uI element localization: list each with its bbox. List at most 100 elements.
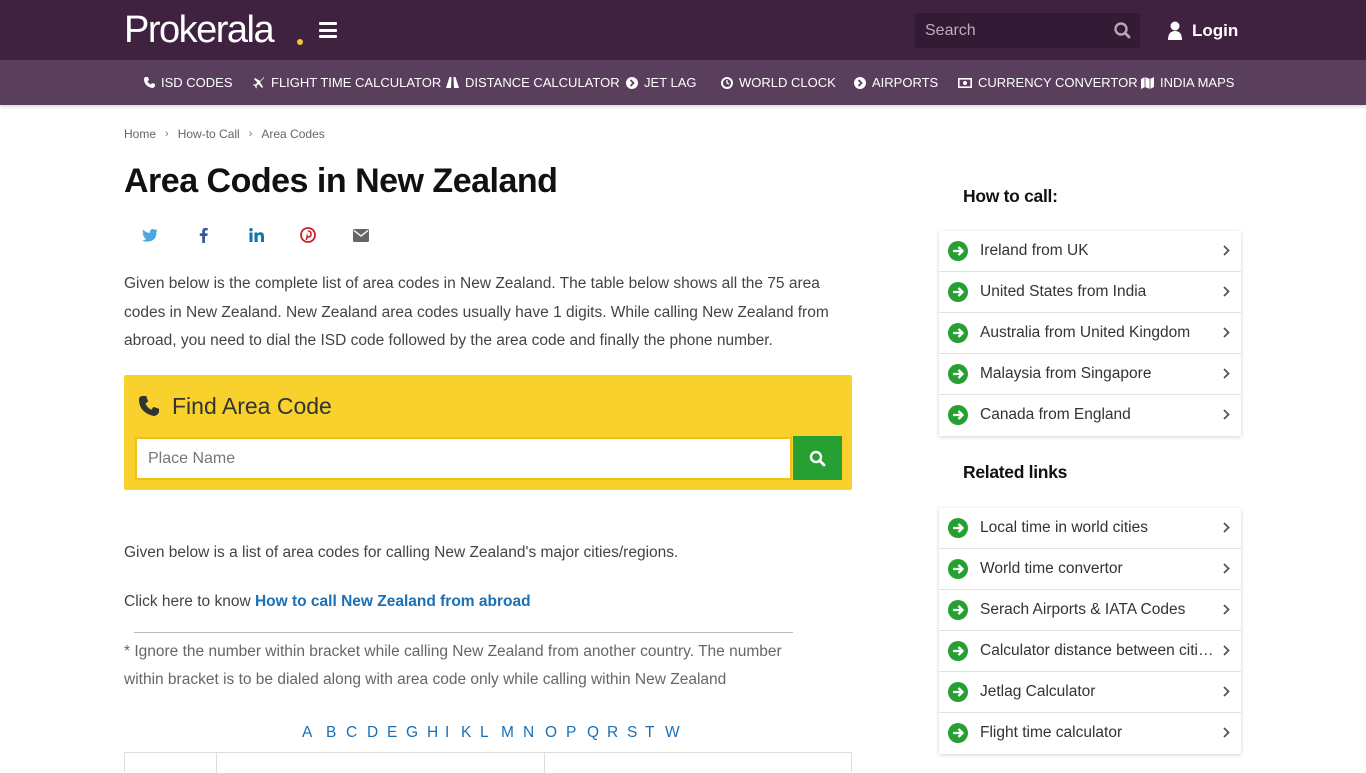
chevron-right-icon: › (248, 128, 253, 140)
login-label: Login (1192, 21, 1239, 40)
sidebar-item[interactable]: United States from India (939, 272, 1241, 313)
letter-link[interactable]: D (367, 724, 387, 742)
sidebar-item[interactable]: Flight time calculator (939, 713, 1241, 754)
breadcrumb-area-codes[interactable]: Area Codes (261, 127, 324, 141)
find-area-code-title: Find Area Code (172, 393, 332, 419)
arrow-circle-icon (948, 559, 968, 579)
nav-item-isd-codes[interactable]: ISD CODES (144, 60, 233, 105)
map-icon (1141, 76, 1154, 89)
sidebar-item-label: Malaysia from Singapore (980, 365, 1152, 382)
arrow-circle-icon (626, 76, 638, 89)
letter-link[interactable]: R (607, 724, 627, 742)
letter-link[interactable]: S (627, 724, 645, 742)
arrow-circle-icon (948, 323, 968, 343)
chevron-right-icon (1223, 645, 1230, 656)
sidebar-item-label: World time convertor (980, 560, 1123, 577)
letter-link[interactable]: H (427, 724, 445, 742)
sidebar-item[interactable]: Ireland from UK (939, 231, 1241, 272)
sidebar-item[interactable]: Calculator distance between cities in th… (939, 631, 1241, 672)
logo[interactable]: Prokerala (124, 10, 275, 50)
pinterest-icon[interactable] (297, 224, 319, 246)
plane-icon (253, 76, 264, 88)
sidebar-item[interactable]: Australia from United Kingdom (939, 313, 1241, 354)
area-codes-table (124, 752, 852, 773)
nav-label: FLIGHT TIME CALCULATOR (271, 75, 442, 90)
letter-link[interactable]: O (545, 724, 566, 742)
chevron-right-icon (1223, 727, 1230, 738)
chevron-right-icon (1223, 409, 1230, 420)
sidebar-item-label: Calculator distance between cities in th… (980, 642, 1216, 659)
menu-icon[interactable] (319, 22, 337, 38)
facebook-icon[interactable] (192, 224, 214, 246)
place-name-input[interactable] (135, 437, 792, 480)
twitter-icon[interactable] (139, 224, 161, 246)
how-to-call-list: Ireland from UK United States from India… (939, 231, 1241, 436)
arrow-circle-icon (854, 76, 866, 89)
letter-link[interactable]: K (461, 724, 480, 742)
arrow-circle-icon (948, 364, 968, 384)
chevron-right-icon: › (165, 128, 169, 140)
letter-link[interactable]: N (523, 724, 545, 742)
nav-item-distance-calculator[interactable]: DISTANCE CALCULATOR (446, 60, 620, 105)
breadcrumb-how-to-call[interactable]: How-to Call (178, 127, 240, 141)
nav-item-world-clock[interactable]: WORLD CLOCK (721, 60, 836, 105)
user-icon (1168, 21, 1182, 40)
chevron-right-icon (1223, 686, 1230, 697)
letter-link[interactable]: E (387, 724, 406, 742)
letter-link[interactable]: C (346, 724, 367, 742)
letter-link[interactable]: G (406, 724, 427, 742)
sidebar-item[interactable]: Malaysia from Singapore (939, 354, 1241, 395)
nav-item-jet-lag[interactable]: JET LAG (626, 60, 697, 105)
sidebar-item[interactable]: World time convertor (939, 549, 1241, 590)
chevron-right-icon (1223, 604, 1230, 615)
login-button[interactable]: Login (1167, 18, 1238, 44)
letter-link[interactable]: W (665, 724, 685, 742)
nav-item-currency-convertor[interactable]: CURRENCY CONVERTOR (958, 60, 1138, 105)
search-icon (1114, 22, 1131, 39)
letter-link[interactable]: I (445, 724, 461, 742)
related-links-heading: Related links (963, 462, 1068, 482)
sidebar-item[interactable]: Serach Airports & IATA Codes (939, 590, 1241, 631)
letter-link[interactable]: P (566, 724, 587, 742)
sidebar-item-label: Jetlag Calculator (980, 683, 1096, 700)
letter-link[interactable]: M (501, 724, 523, 742)
letter-link[interactable]: L (480, 724, 501, 742)
divider (134, 632, 793, 633)
email-icon[interactable] (350, 224, 372, 246)
breadcrumb-home[interactable]: Home (124, 127, 156, 141)
how-to-call-line: Click here to know How to call New Zeala… (124, 593, 531, 611)
road-icon (446, 77, 459, 88)
sidebar-item[interactable]: Jetlag Calculator (939, 672, 1241, 713)
arrow-circle-icon (948, 282, 968, 302)
nav-label: DISTANCE CALCULATOR (465, 75, 620, 90)
chevron-right-icon (1223, 522, 1230, 533)
alphabet-index: A B C D E G H I K L M N O P Q R S T W (302, 724, 685, 742)
sidebar-item[interactable]: Local time in world cities (939, 508, 1241, 549)
nav-item-flight-time[interactable]: FLIGHT TIME CALCULATOR (253, 60, 441, 105)
find-search-button[interactable] (793, 436, 842, 480)
phone-icon (139, 396, 159, 416)
how-to-call-link[interactable]: How to call New Zealand from abroad (255, 593, 531, 610)
letter-link[interactable]: Q (587, 724, 607, 742)
letter-link[interactable]: B (326, 724, 346, 742)
letter-link[interactable]: A (302, 724, 326, 742)
search-input[interactable] (915, 13, 1105, 48)
nav-item-india-maps[interactable]: INDIA MAPS (1141, 60, 1234, 105)
nav-item-airports[interactable]: AIRPORTS (854, 60, 938, 105)
click-here-text: Click here to know (124, 593, 255, 610)
intro-text: Given below is the complete list of area… (124, 275, 829, 349)
linkedin-icon[interactable] (245, 224, 267, 246)
nav-label: JET LAG (644, 75, 697, 90)
arrow-circle-icon (948, 405, 968, 425)
page-title: Area Codes in New Zealand (124, 162, 558, 200)
search-box (915, 13, 1140, 48)
search-button[interactable] (1105, 13, 1140, 48)
chevron-right-icon (1223, 286, 1230, 297)
search-icon (809, 450, 826, 466)
arrow-circle-icon (948, 723, 968, 743)
sidebar-item-label: Serach Airports & IATA Codes (980, 601, 1186, 618)
arrow-circle-icon (948, 682, 968, 702)
letter-link[interactable]: T (645, 724, 665, 742)
arrow-circle-icon (948, 518, 968, 538)
sidebar-item[interactable]: Canada from England (939, 395, 1241, 436)
